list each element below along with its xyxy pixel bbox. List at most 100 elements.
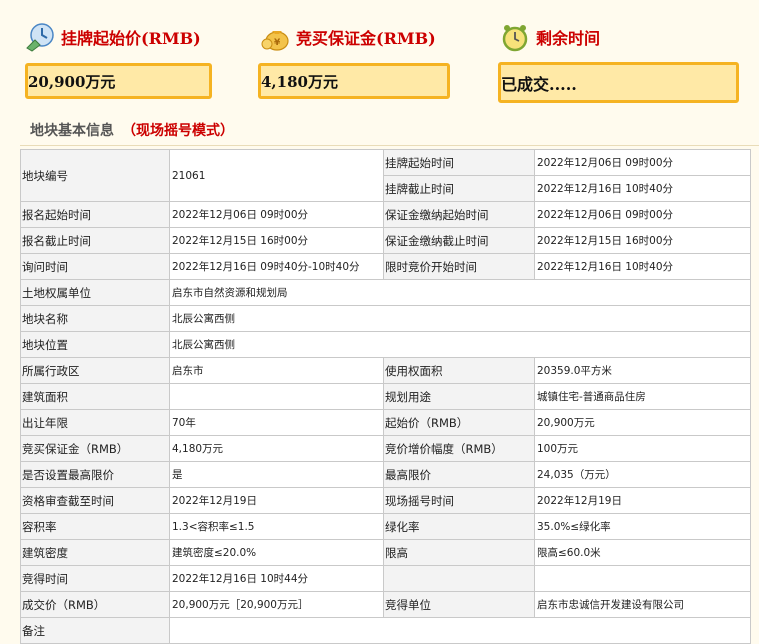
label-use-area: 使用权面积 <box>383 357 535 384</box>
value-registration-start: 2022年12月06日 09时00分 <box>169 201 384 228</box>
label-bid-deposit: 竞买保证金（RMB） <box>20 435 170 462</box>
value-max-price: 24,035（万元） <box>534 461 751 488</box>
start-price-value: 20,900万元 <box>28 72 116 91</box>
table-row: 土地权属单位 启东市自然资源和规划局 <box>20 279 751 306</box>
value-listing-end: 2022年12月16日 10时40分 <box>534 175 751 202</box>
table-row: 出让年限 70年 起始价（RMB） 20,900万元 <box>20 409 751 436</box>
value-bid-increment: 100万元 <box>534 435 751 462</box>
label-registration-end: 报名截止时间 <box>20 227 170 254</box>
label-green-ratio: 绿化率 <box>383 513 535 540</box>
label-deposit-start: 保证金缴纳起始时间 <box>383 201 535 228</box>
table-row: 是否设置最高限价 是 最高限价 24,035（万元） <box>20 461 751 488</box>
label-height-limit: 限高 <box>383 539 535 566</box>
label-building-area: 建筑面积 <box>20 383 170 410</box>
section-title: 地块基本信息 （现场摇号模式） <box>30 120 234 142</box>
value-winner: 启东市忠诚信开发建设有限公司 <box>534 591 751 618</box>
label-land-id: 地块编号 <box>20 149 170 202</box>
deposit-heading: ¥ 竞买保证金(RMB) <box>260 22 436 52</box>
table-row: 备注 <box>20 617 751 644</box>
table-row: 资格审查截至时间 2022年12月19日 现场摇号时间 2022年12月19日 <box>20 487 751 514</box>
label-plot-ratio: 容积率 <box>20 513 170 540</box>
label-starting-price: 起始价（RMB） <box>383 409 535 436</box>
table-row: 地块位置 北辰公寓西侧 <box>20 331 751 358</box>
price-tag-icon <box>25 22 55 52</box>
section-divider <box>20 145 759 146</box>
value-land-name: 北辰公寓西侧 <box>169 305 751 332</box>
table-row: 竞买保证金（RMB） 4,180万元 竞价增价幅度（RMB） 100万元 <box>20 435 751 462</box>
value-lease-term: 70年 <box>169 409 384 436</box>
money-bag-icon: ¥ <box>260 22 290 52</box>
table-row: 报名截止时间 2022年12月15日 16时00分 保证金缴纳截止时间 2022… <box>20 227 751 254</box>
summary-header: 挂牌起始价(RMB) ¥ 竞买保证金(RMB) 剩余时间 20,900万元 4, <box>0 0 759 112</box>
table-row: 报名起始时间 2022年12月06日 09时00分 保证金缴纳起始时间 2022… <box>20 201 751 228</box>
label-winner: 竞得单位 <box>383 591 535 618</box>
value-max-price-set: 是 <box>169 461 384 488</box>
time-left-heading: 剩余时间 <box>500 22 600 52</box>
time-left-value: 已成交..... <box>501 74 577 94</box>
value-empty <box>534 565 751 592</box>
label-win-time: 竞得时间 <box>20 565 170 592</box>
value-district: 启东市 <box>169 357 384 384</box>
value-deposit-start: 2022年12月06日 09时00分 <box>534 201 751 228</box>
alarm-clock-icon <box>500 22 530 52</box>
value-building-density: 建筑密度≤20.0% <box>169 539 384 566</box>
value-plot-ratio: 1.3<容积率≤1.5 <box>169 513 384 540</box>
value-land-id: 21061 <box>169 149 384 202</box>
svg-text:¥: ¥ <box>274 38 281 48</box>
label-land-owner: 土地权属单位 <box>20 279 170 306</box>
table-row: 容积率 1.3<容积率≤1.5 绿化率 35.0%≤绿化率 <box>20 513 751 540</box>
deposit-title: 竞买保证金(RMB) <box>296 29 436 48</box>
value-deposit-end: 2022年12月15日 16时00分 <box>534 227 751 254</box>
value-height-limit: 限高≤60.0米 <box>534 539 751 566</box>
value-building-area <box>169 383 384 410</box>
label-lease-term: 出让年限 <box>20 409 170 436</box>
deposit-box: 4,180万元 <box>258 63 450 99</box>
value-lottery-time: 2022年12月19日 <box>534 487 751 514</box>
label-listing-end: 挂牌截止时间 <box>383 175 535 202</box>
value-qualification-deadline: 2022年12月19日 <box>169 487 384 514</box>
table-row: 地块编号 21061 挂牌起始时间 2022年12月06日 09时00分 <box>20 149 751 202</box>
label-land-name: 地块名称 <box>20 305 170 332</box>
value-land-location: 北辰公寓西侧 <box>169 331 751 358</box>
label-listing-start: 挂牌起始时间 <box>383 149 535 176</box>
section-mode: （现场摇号模式） <box>122 123 234 139</box>
table-row: 竞得时间 2022年12月16日 10时44分 <box>20 565 751 592</box>
label-building-density: 建筑密度 <box>20 539 170 566</box>
label-deposit-end: 保证金缴纳截止时间 <box>383 227 535 254</box>
section-title-text: 地块基本信息 <box>30 123 114 139</box>
table-row: 地块名称 北辰公寓西侧 <box>20 305 751 332</box>
value-land-owner: 启东市自然资源和规划局 <box>169 279 751 306</box>
table-row: 询问时间 2022年12月16日 09时40分-10时40分 限时竞价开始时间 … <box>20 253 751 280</box>
table-row: 建筑密度 建筑密度≤20.0% 限高 限高≤60.0米 <box>20 539 751 566</box>
value-planned-use: 城镇住宅-普通商品住房 <box>534 383 751 410</box>
value-remarks <box>169 617 751 644</box>
table-row: 所属行政区 启东市 使用权面积 20359.0平方米 <box>20 357 751 384</box>
value-timed-bid-start: 2022年12月16日 10时40分 <box>534 253 751 280</box>
label-land-location: 地块位置 <box>20 331 170 358</box>
value-inquiry-time: 2022年12月16日 09时40分-10时40分 <box>169 253 384 280</box>
label-district: 所属行政区 <box>20 357 170 384</box>
land-info-table: 地块编号 21061 挂牌起始时间 2022年12月06日 09时00分 挂牌截… <box>20 149 751 644</box>
label-inquiry-time: 询问时间 <box>20 253 170 280</box>
value-listing-start: 2022年12月06日 09时00分 <box>534 149 751 176</box>
label-remarks: 备注 <box>20 617 170 644</box>
start-price-box: 20,900万元 <box>25 63 212 99</box>
deposit-value: 4,180万元 <box>261 72 338 91</box>
time-left-title: 剩余时间 <box>536 29 601 48</box>
label-bid-increment: 竞价增价幅度（RMB） <box>383 435 535 462</box>
label-qualification-deadline: 资格审查截至时间 <box>20 487 170 514</box>
table-row: 建筑面积 规划用途 城镇住宅-普通商品住房 <box>20 383 751 410</box>
value-green-ratio: 35.0%≤绿化率 <box>534 513 751 540</box>
label-max-price-set: 是否设置最高限价 <box>20 461 170 488</box>
label-max-price: 最高限价 <box>383 461 535 488</box>
start-price-title: 挂牌起始价(RMB) <box>61 29 201 48</box>
label-timed-bid-start: 限时竞价开始时间 <box>383 253 535 280</box>
value-win-time: 2022年12月16日 10时44分 <box>169 565 384 592</box>
value-bid-deposit: 4,180万元 <box>169 435 384 462</box>
start-price-heading: 挂牌起始价(RMB) <box>25 22 201 52</box>
label-registration-start: 报名起始时间 <box>20 201 170 228</box>
table-row: 成交价（RMB） 20,900万元［20,900万元］ 竞得单位 启东市忠诚信开… <box>20 591 751 618</box>
value-use-area: 20359.0平方米 <box>534 357 751 384</box>
label-deal-price: 成交价（RMB） <box>20 591 170 618</box>
time-left-box: 已成交..... <box>498 62 739 103</box>
